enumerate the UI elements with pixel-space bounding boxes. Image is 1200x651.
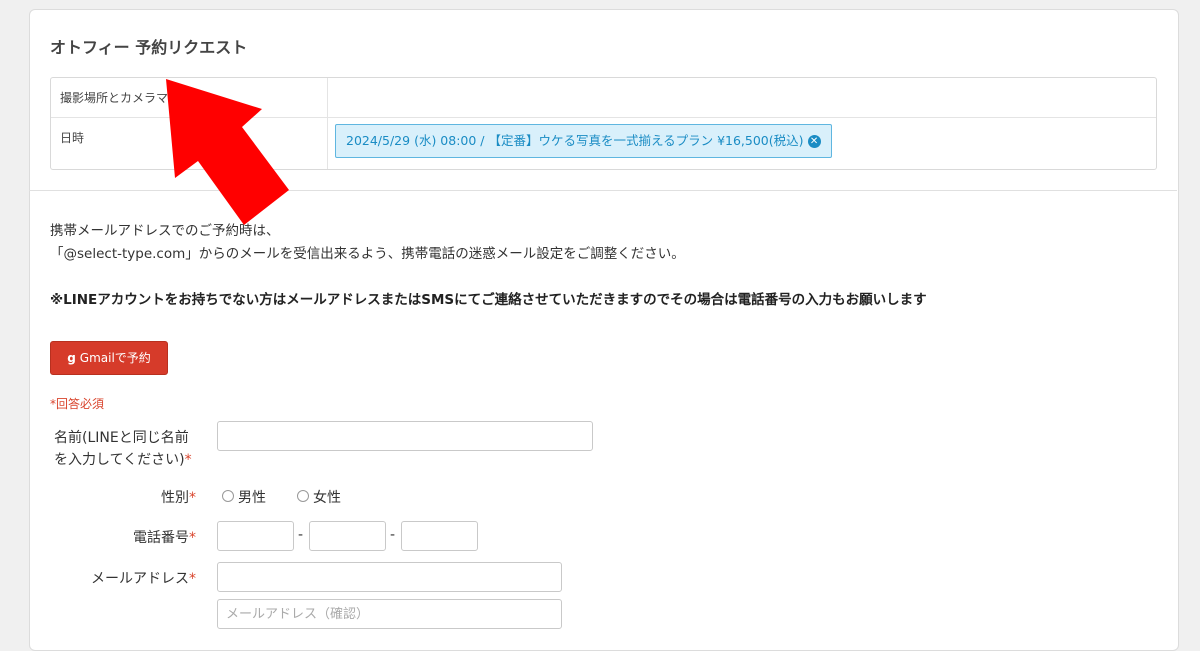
gender-male-label: 男性: [238, 490, 266, 506]
name-label: 名前(LINEと同じ名前 を入力してください)*: [54, 427, 196, 471]
gmail-booking-button[interactable]: g Gmailで予約: [50, 341, 168, 375]
page-title: オトフィー 予約リクエスト: [50, 38, 248, 57]
phone-input-2[interactable]: [309, 521, 386, 551]
email-label: メールアドレス: [91, 571, 189, 587]
selected-plan-text: 2024/5/29 (水) 08:00 / 【定番】ウケる写真を一式揃えるプラン…: [346, 133, 804, 148]
required-mark: *: [189, 571, 196, 587]
name-input[interactable]: [217, 421, 593, 451]
phone-label: 電話番号: [133, 530, 189, 546]
info-label-cell: 撮影場所とカメラマン: [51, 78, 328, 117]
notice-line-2: 「@select-type.com」からのメールを受信出来るよう、携帯電話の迷惑…: [50, 246, 685, 262]
gender-label-row: 性別*: [120, 487, 196, 507]
datetime-label: 日時: [60, 131, 85, 145]
info-label-cell: 日時: [51, 118, 328, 169]
radio-circle-icon: [222, 490, 234, 502]
required-mark: *: [184, 452, 192, 468]
email-confirm-input[interactable]: [217, 599, 562, 629]
email-label-row: メールアドレス*: [70, 568, 196, 588]
required-note: *回答必須: [50, 397, 105, 411]
name-label-line-2-row: を入力してください)*: [54, 449, 196, 471]
gender-female-label: 女性: [313, 490, 341, 506]
phone-separator: -: [298, 527, 304, 543]
gender-label: 性別: [161, 490, 189, 506]
selected-plan-badge: 2024/5/29 (水) 08:00 / 【定番】ウケる写真を一式揃えるプラン…: [335, 124, 832, 158]
location-label: 撮影場所とカメラマン: [60, 91, 181, 105]
section-divider: [29, 190, 1177, 191]
phone-input-1[interactable]: [217, 521, 294, 551]
gender-male-radio[interactable]: 男性: [222, 487, 266, 507]
phone-label-row: 電話番号*: [100, 527, 196, 547]
phone-input-3[interactable]: [401, 521, 478, 551]
email-input[interactable]: [217, 562, 562, 592]
name-label-line-1: 名前(LINEと同じ名前: [54, 430, 189, 446]
radio-circle-icon: [297, 490, 309, 502]
info-row-location: 撮影場所とカメラマン: [51, 78, 1156, 118]
phone-separator: -: [390, 527, 396, 543]
required-mark: *: [189, 530, 196, 546]
gmail-button-label: Gmailで予約: [79, 351, 151, 365]
remove-plan-icon[interactable]: ✕: [807, 135, 821, 148]
google-icon: g: [67, 351, 76, 365]
gender-female-radio[interactable]: 女性: [297, 487, 341, 507]
name-label-line-2: を入力してください): [54, 452, 185, 468]
required-mark: *: [189, 490, 196, 506]
notice-line-1: 携帯メールアドレスでのご予約時は、: [50, 223, 280, 239]
line-account-notice: ※LINEアカウントをお持ちでない方はメールアドレスまたはSMSにてご連絡させて…: [50, 292, 927, 308]
